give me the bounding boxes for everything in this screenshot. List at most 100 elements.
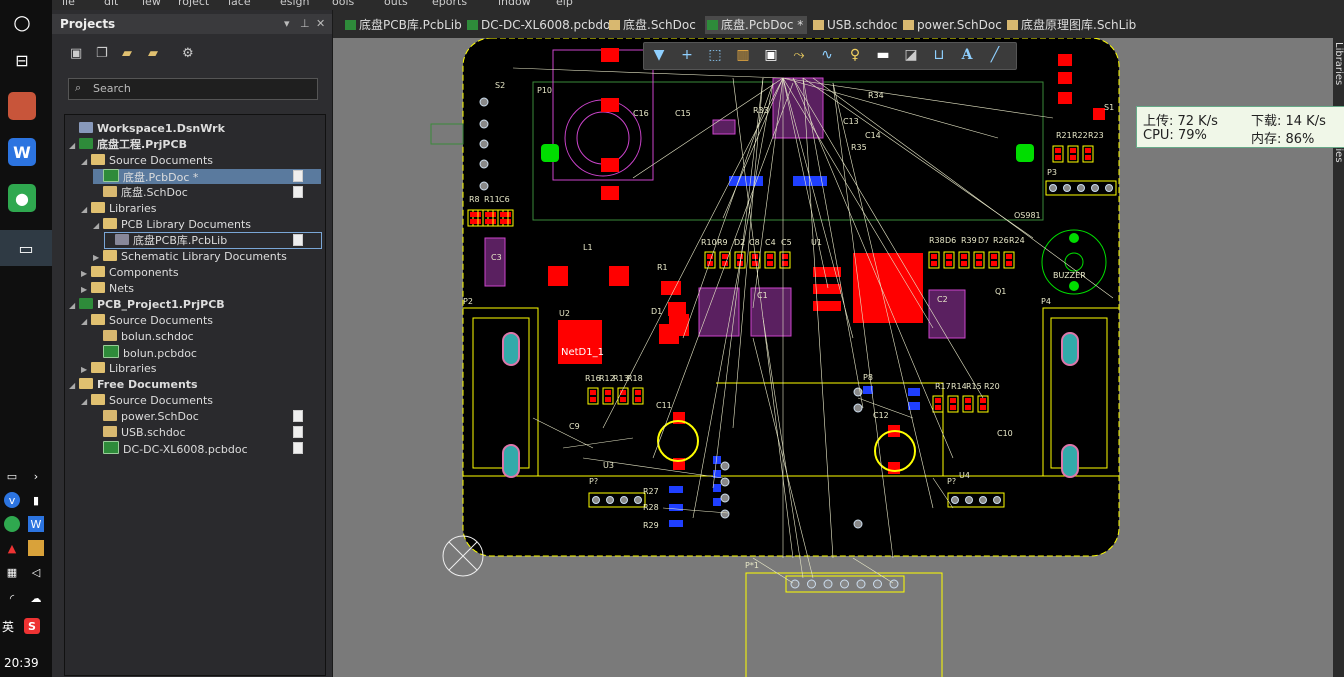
- tree-item[interactable]: ▶ Schematic Library Documents: [93, 249, 321, 264]
- tree-item[interactable]: 底盘.PcbDoc *: [93, 169, 321, 184]
- tray-wechat-icon[interactable]: [4, 516, 20, 532]
- folder-options-icon[interactable]: ▰: [148, 46, 164, 62]
- expand-arrow-icon[interactable]: ▶: [81, 266, 91, 281]
- tree-item[interactable]: ◢ Free Documents: [69, 377, 321, 392]
- polygon-icon[interactable]: ▬: [874, 47, 892, 65]
- sogou-icon[interactable]: S: [24, 618, 40, 634]
- wps-icon[interactable]: W: [8, 138, 36, 166]
- tree-item[interactable]: ◢ Source Documents: [81, 313, 321, 328]
- tab-document[interactable]: 底盘.PcbDoc *: [705, 16, 808, 34]
- tab-document[interactable]: DC-DC-XL6008.pcbdoc: [465, 16, 617, 34]
- menu-item[interactable]: esign: [280, 0, 310, 8]
- task-view-icon[interactable]: ⊟: [8, 46, 36, 74]
- keyboard-icon[interactable]: ▦: [4, 564, 20, 580]
- tree-item[interactable]: ◢ PCB_Project1.PrjPCB: [69, 297, 321, 312]
- select-rect-icon[interactable]: ⬚: [706, 47, 724, 65]
- tree-item[interactable]: ◢ Libraries: [81, 201, 321, 216]
- dropdown-icon[interactable]: ▾: [284, 17, 290, 30]
- tree-item[interactable]: ▶ Nets: [81, 281, 321, 296]
- dimension-icon[interactable]: ⊔: [930, 47, 948, 65]
- expand-arrow-icon[interactable]: ▶: [93, 250, 103, 265]
- tab-document[interactable]: 底盘原理图库.SchLib: [1005, 16, 1136, 34]
- text-icon[interactable]: A: [958, 47, 976, 65]
- battery-icon[interactable]: ▮: [28, 492, 44, 508]
- tree-item[interactable]: ◢ Source Documents: [81, 153, 321, 168]
- close-icon[interactable]: ✕: [316, 17, 325, 30]
- diff-pair-icon[interactable]: ∿: [818, 47, 836, 65]
- monitor-icon[interactable]: ▭: [4, 468, 20, 484]
- via-icon[interactable]: ♀: [846, 47, 864, 65]
- pin-icon[interactable]: ⊥: [300, 17, 310, 30]
- menu-item[interactable]: eports: [432, 0, 467, 8]
- pcb-active-bar: ▼ + ⬚ ▥ ▣ ⤳ ∿ ♀ ▬ ◪ ⊔ A ╱: [643, 42, 1017, 70]
- tab-document[interactable]: USB.schdoc: [811, 16, 897, 34]
- volume-icon[interactable]: ◁: [28, 564, 44, 580]
- expand-arrow-icon[interactable]: ◢: [69, 378, 79, 393]
- tree-item[interactable]: ▶ Components: [81, 265, 321, 280]
- tray-altium-icon[interactable]: ▲: [4, 540, 20, 556]
- tree-item[interactable]: USB.schdoc: [93, 425, 321, 440]
- menu-item[interactable]: ile: [62, 0, 75, 8]
- wechat-icon[interactable]: ●: [8, 184, 36, 212]
- menu-item[interactable]: elp: [556, 0, 573, 8]
- start-circle-icon[interactable]: ○: [8, 8, 36, 36]
- menu-item[interactable]: dit: [104, 0, 118, 8]
- tree-item[interactable]: ◢ 底盘工程.PrjPCB: [69, 137, 321, 152]
- tray-v-icon[interactable]: v: [4, 492, 20, 508]
- menu-item[interactable]: indow: [498, 0, 531, 8]
- menu-item[interactable]: roject: [178, 0, 209, 8]
- projects-panel: Projects ▾ ⊥ ✕ ▣ ❐ ▰ ▰ ⚙ ⌕ Search Worksp…: [52, 10, 333, 677]
- tree-item[interactable]: Workspace1.DsnWrk: [69, 121, 321, 136]
- menu-item[interactable]: iew: [142, 0, 161, 8]
- search-input[interactable]: ⌕ Search: [68, 78, 318, 100]
- tab-document[interactable]: power.SchDoc: [901, 16, 1002, 34]
- expand-arrow-icon[interactable]: ◢: [81, 314, 91, 329]
- expand-arrow-icon[interactable]: ◢: [69, 138, 79, 153]
- menu-item[interactable]: ools: [332, 0, 354, 8]
- save-icon[interactable]: ▣: [70, 46, 86, 62]
- smd-pad: [601, 186, 619, 200]
- align-icon[interactable]: ▥: [734, 47, 752, 65]
- tree-item[interactable]: DC-DC-XL6008.pcbdoc: [93, 441, 321, 456]
- altium-active-icon[interactable]: ▭: [0, 230, 52, 266]
- pcb-designator: R28: [643, 503, 659, 512]
- app-photo-icon[interactable]: [8, 92, 36, 120]
- expand-arrow-icon[interactable]: ▶: [81, 362, 91, 377]
- line-icon[interactable]: ╱: [986, 47, 1004, 65]
- copy-doc-icon[interactable]: ❐: [96, 46, 112, 62]
- clock[interactable]: 20:39: [4, 656, 39, 670]
- filter-icon[interactable]: ▼: [650, 47, 668, 65]
- libraries-tab[interactable]: Libraries: [1333, 42, 1344, 85]
- wifi-icon[interactable]: ◜: [4, 590, 20, 606]
- crosshair-icon[interactable]: +: [678, 47, 696, 65]
- menu-item[interactable]: outs: [384, 0, 408, 8]
- tree-item[interactable]: ▶ Libraries: [81, 361, 321, 376]
- expand-arrow-icon[interactable]: ◢: [69, 298, 79, 313]
- expand-arrow-icon[interactable]: ▶: [81, 282, 91, 297]
- keepout-icon[interactable]: ◪: [902, 47, 920, 65]
- tree-item[interactable]: bolun.pcbdoc: [93, 345, 321, 360]
- cloud-icon[interactable]: ☁: [28, 590, 44, 606]
- tree-item[interactable]: 底盘PCB库.PcbLib: [104, 232, 322, 249]
- ime-indicator[interactable]: 英: [0, 618, 16, 634]
- tab-document[interactable]: 底盘.SchDoc: [607, 16, 696, 34]
- tree-item[interactable]: ◢ PCB Library Documents: [93, 217, 321, 232]
- component-icon[interactable]: ▣: [762, 47, 780, 65]
- gear-icon[interactable]: ⚙: [182, 46, 198, 62]
- tree-item[interactable]: ◢ Source Documents: [81, 393, 321, 408]
- tree-item[interactable]: 底盘.SchDoc: [93, 185, 321, 200]
- tray-wps-icon[interactable]: W: [28, 516, 44, 532]
- expand-arrow-icon[interactable]: ◢: [93, 218, 103, 233]
- tree-item[interactable]: bolun.schdoc: [93, 329, 321, 344]
- expand-arrow-icon[interactable]: ◢: [81, 202, 91, 217]
- route-icon[interactable]: ⤳: [790, 47, 808, 65]
- chevron-right-icon[interactable]: ›: [28, 468, 44, 484]
- tree-item[interactable]: power.SchDoc: [93, 409, 321, 424]
- expand-arrow-icon[interactable]: ◢: [81, 394, 91, 409]
- folder-icon: [91, 202, 105, 213]
- menu-item[interactable]: lace: [228, 0, 251, 8]
- tab-document[interactable]: 底盘PCB库.PcbLib: [343, 16, 462, 34]
- open-folder-icon[interactable]: ▰: [122, 46, 138, 62]
- tray-app-icon[interactable]: [28, 540, 44, 556]
- expand-arrow-icon[interactable]: ◢: [81, 154, 91, 169]
